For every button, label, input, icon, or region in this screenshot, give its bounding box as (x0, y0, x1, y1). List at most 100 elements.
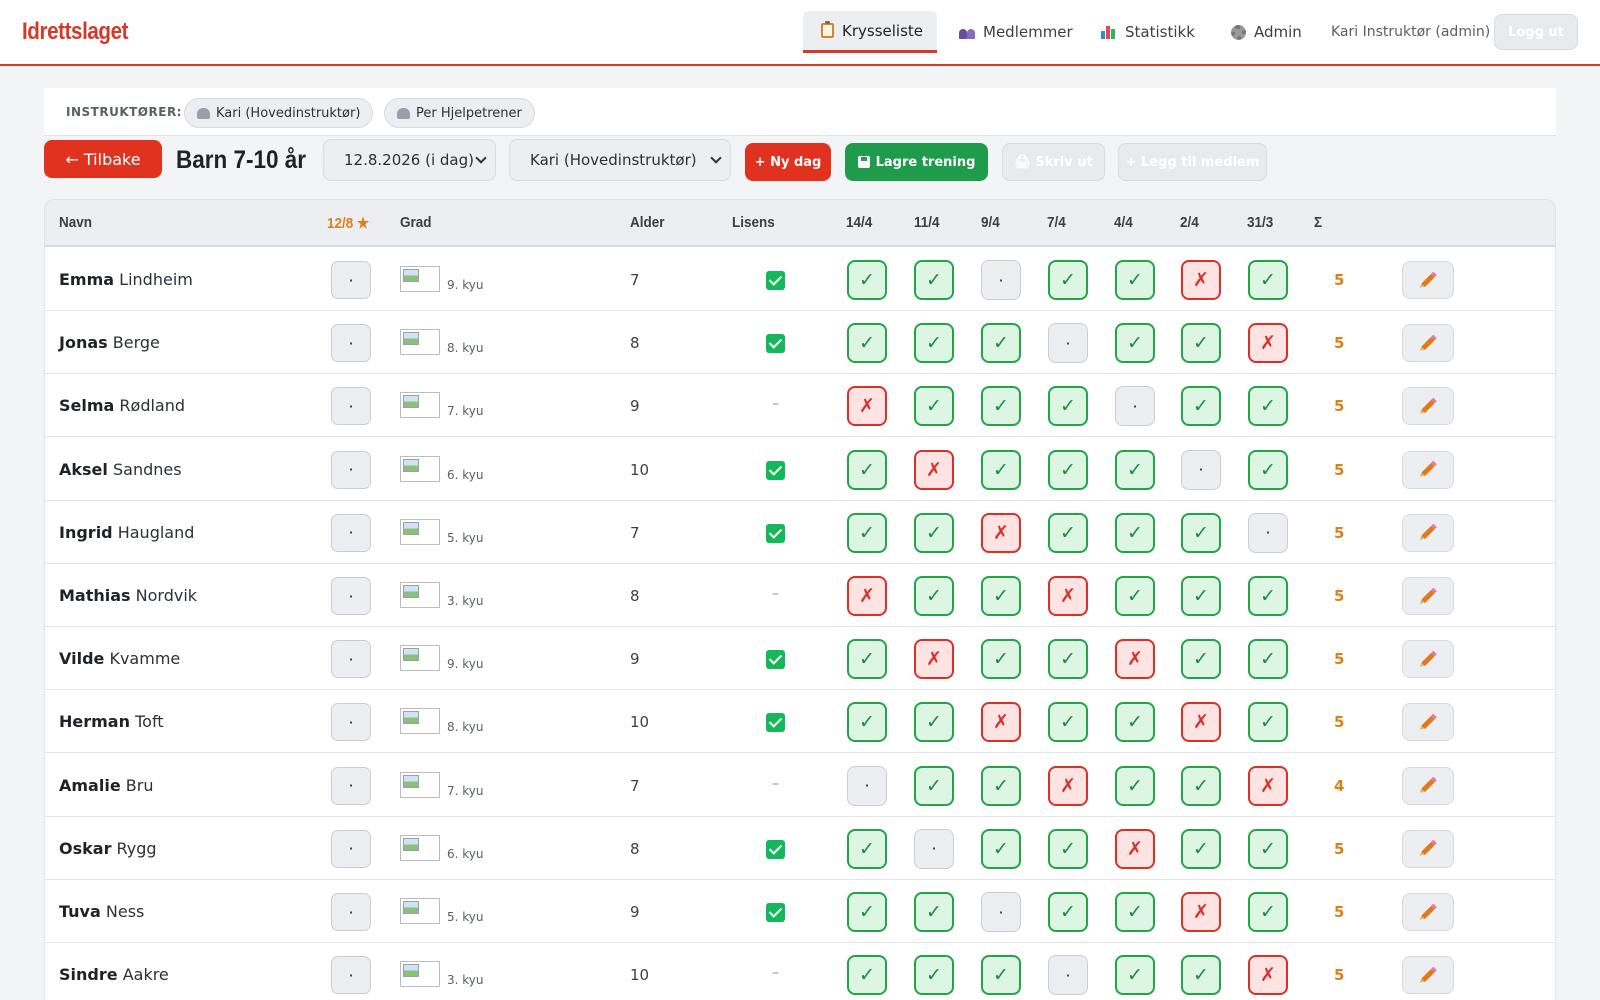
attendance-present-cell[interactable]: ✓ (914, 955, 954, 996)
attendance-present-cell[interactable]: ✓ (1181, 828, 1221, 869)
attendance-present-cell[interactable]: ✓ (981, 955, 1021, 996)
edit-member-button[interactable] (1402, 829, 1454, 868)
attendance-present-cell[interactable]: ✓ (1181, 512, 1221, 553)
today-attendance-toggle[interactable]: · (331, 387, 371, 426)
member-name[interactable]: Jonas Berge (59, 333, 160, 352)
member-name[interactable]: Emma Lindheim (59, 270, 193, 289)
attendance-present-cell[interactable]: ✓ (847, 955, 887, 996)
instructor-chip[interactable]: Per Hjelpetrener (384, 98, 535, 128)
today-attendance-toggle[interactable]: · (331, 893, 371, 931)
attendance-present-cell[interactable]: ✓ (1248, 386, 1288, 427)
attendance-present-cell[interactable]: ✓ (914, 323, 954, 364)
member-name[interactable]: Tuva Ness (59, 902, 144, 921)
attendance-present-cell[interactable]: ✓ (1248, 892, 1288, 932)
attendance-present-cell[interactable]: ✓ (1115, 955, 1155, 996)
attendance-unmarked-cell[interactable]: · (1048, 323, 1088, 364)
license-checkbox[interactable] (766, 650, 785, 670)
instructor-chip[interactable]: Kari (Hovedinstruktør) (184, 98, 374, 128)
attendance-absent-cell[interactable]: ✗ (914, 449, 954, 490)
back-button[interactable]: ← Tilbake (44, 140, 162, 178)
attendance-present-cell[interactable]: ✓ (914, 765, 954, 806)
attendance-present-cell[interactable]: ✓ (847, 892, 887, 932)
attendance-present-cell[interactable]: ✓ (1115, 892, 1155, 932)
attendance-present-cell[interactable]: ✓ (981, 576, 1021, 616)
attendance-unmarked-cell[interactable]: · (1048, 955, 1088, 996)
edit-member-button[interactable] (1402, 324, 1454, 363)
attendance-present-cell[interactable]: ✓ (847, 639, 887, 680)
attendance-present-cell[interactable]: ✓ (981, 828, 1021, 869)
attendance-present-cell[interactable]: ✓ (1248, 449, 1288, 490)
today-attendance-toggle[interactable]: · (331, 577, 371, 615)
today-attendance-toggle[interactable]: · (331, 450, 371, 489)
license-checkbox[interactable] (766, 460, 785, 480)
license-checkbox[interactable] (766, 903, 785, 922)
today-attendance-toggle[interactable]: · (331, 513, 371, 552)
attendance-present-cell[interactable]: ✓ (847, 449, 887, 490)
license-checkbox[interactable] (766, 523, 785, 543)
today-attendance-toggle[interactable]: · (331, 703, 371, 742)
attendance-present-cell[interactable]: ✓ (914, 512, 954, 553)
attendance-absent-cell[interactable]: ✗ (1248, 955, 1288, 996)
license-checkbox[interactable] (766, 713, 785, 733)
add-member-button[interactable]: + Legg til medlem (1118, 143, 1267, 181)
app-logo[interactable]: Idrettslaget (22, 18, 129, 46)
attendance-present-cell[interactable]: ✓ (1115, 702, 1155, 743)
attendance-unmarked-cell[interactable]: · (1115, 386, 1155, 427)
attendance-present-cell[interactable]: ✓ (914, 576, 954, 616)
attendance-present-cell[interactable]: ✓ (847, 512, 887, 553)
member-name[interactable]: Sindre Aakre (59, 965, 169, 984)
edit-member-button[interactable] (1402, 261, 1454, 299)
attendance-present-cell[interactable]: ✓ (1048, 639, 1088, 680)
attendance-present-cell[interactable]: ✓ (847, 828, 887, 869)
attendance-present-cell[interactable]: ✓ (1248, 260, 1288, 300)
attendance-present-cell[interactable]: ✓ (1048, 260, 1088, 300)
logout-button[interactable]: Logg ut (1494, 14, 1578, 50)
attendance-unmarked-cell[interactable]: · (914, 828, 954, 869)
attendance-absent-cell[interactable]: ✗ (1115, 828, 1155, 869)
nav-tab-krysseliste[interactable]: Krysseliste (803, 11, 937, 53)
attendance-present-cell[interactable]: ✓ (1181, 765, 1221, 806)
attendance-absent-cell[interactable]: ✗ (1181, 892, 1221, 932)
attendance-unmarked-cell[interactable]: · (981, 260, 1021, 300)
nav-tab-admin[interactable]: Admin (1212, 11, 1320, 53)
edit-member-button[interactable] (1402, 577, 1454, 615)
edit-member-button[interactable] (1402, 703, 1454, 742)
attendance-present-cell[interactable]: ✓ (1115, 512, 1155, 553)
nav-tab-statistikk[interactable]: Statistikk (1083, 11, 1213, 53)
attendance-absent-cell[interactable]: ✗ (914, 639, 954, 680)
member-name[interactable]: Mathias Nordvik (59, 586, 197, 605)
today-attendance-toggle[interactable]: · (331, 324, 371, 363)
member-name[interactable]: Herman Toft (59, 712, 164, 731)
attendance-present-cell[interactable]: ✓ (981, 639, 1021, 680)
today-attendance-toggle[interactable]: · (331, 766, 371, 805)
print-button[interactable]: 🖨 Skriv ut (1002, 143, 1105, 181)
attendance-present-cell[interactable]: ✓ (1181, 386, 1221, 427)
today-attendance-toggle[interactable]: · (331, 640, 371, 679)
attendance-present-cell[interactable]: ✓ (1248, 639, 1288, 680)
attendance-present-cell[interactable]: ✓ (1248, 576, 1288, 616)
attendance-unmarked-cell[interactable]: · (981, 892, 1021, 932)
attendance-present-cell[interactable]: ✓ (1048, 828, 1088, 869)
attendance-absent-cell[interactable]: ✗ (981, 702, 1021, 743)
member-name[interactable]: Ingrid Haugland (59, 523, 194, 542)
member-name[interactable]: Amalie Bru (59, 776, 153, 795)
attendance-present-cell[interactable]: ✓ (1048, 892, 1088, 932)
attendance-present-cell[interactable]: ✓ (1048, 512, 1088, 553)
edit-member-button[interactable] (1402, 766, 1454, 805)
member-name[interactable]: Selma Rødland (59, 396, 185, 415)
edit-member-button[interactable] (1402, 450, 1454, 489)
attendance-absent-cell[interactable]: ✗ (981, 512, 1021, 553)
attendance-present-cell[interactable]: ✓ (1181, 576, 1221, 616)
attendance-present-cell[interactable]: ✓ (914, 386, 954, 427)
today-attendance-toggle[interactable]: · (331, 956, 371, 995)
attendance-present-cell[interactable]: ✓ (1115, 260, 1155, 300)
attendance-present-cell[interactable]: ✓ (1181, 639, 1221, 680)
attendance-present-cell[interactable]: ✓ (1248, 828, 1288, 869)
today-attendance-toggle[interactable]: · (331, 261, 371, 299)
attendance-absent-cell[interactable]: ✗ (1248, 765, 1288, 806)
date-select[interactable]: 12.8.2026 (i dag) (323, 139, 496, 181)
edit-member-button[interactable] (1402, 956, 1454, 995)
edit-member-button[interactable] (1402, 893, 1454, 931)
attendance-present-cell[interactable]: ✓ (847, 702, 887, 743)
attendance-present-cell[interactable]: ✓ (1048, 449, 1088, 490)
